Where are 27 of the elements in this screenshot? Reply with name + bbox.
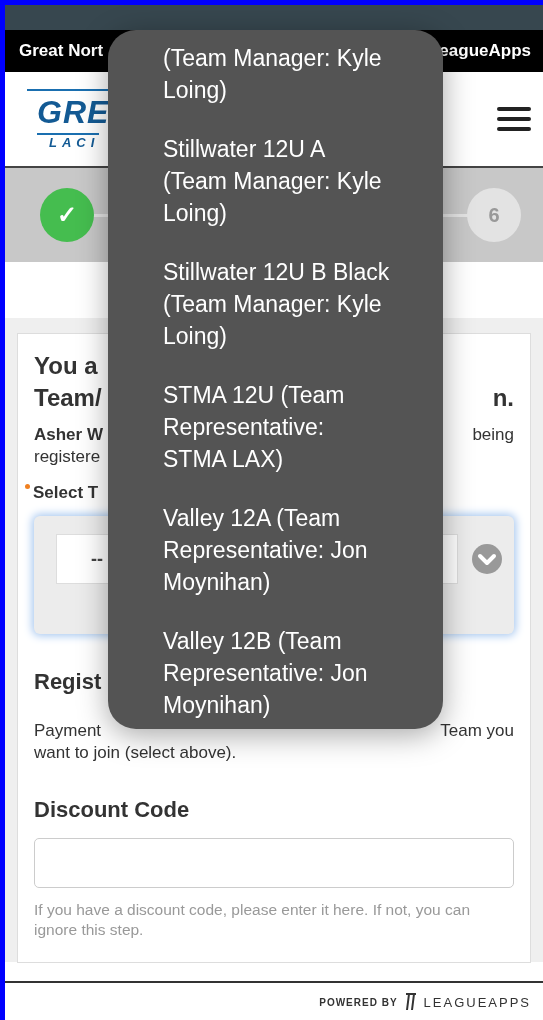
heading-text: n. xyxy=(492,383,514,413)
body-text: want to join (select above). xyxy=(34,742,237,764)
menu-icon[interactable] xyxy=(497,107,531,131)
site-title[interactable]: Great Nort xyxy=(19,41,104,61)
powered-by-text: POWERED BY xyxy=(319,996,398,1008)
dropdown-option[interactable]: Valley 12A (Team Representative: Jon Moynihan) xyxy=(108,502,443,598)
required-mark xyxy=(25,484,30,489)
field-label: Select T xyxy=(33,482,99,504)
dropdown-option[interactable]: Stillwater 12U B Black (Team Manager: Kyle Loing) xyxy=(108,256,443,352)
dropdown-option[interactable]: STMA 12U (Team Representative: STMA LAX) xyxy=(108,379,443,475)
chevron-down-icon[interactable] xyxy=(472,544,502,574)
discount-code-field[interactable] xyxy=(34,838,514,888)
body-text: Payment xyxy=(34,720,102,742)
heading-text: You a xyxy=(34,351,98,381)
section-heading: Regist xyxy=(34,668,102,696)
brand-text: LEAGUEAPPS xyxy=(423,994,531,1010)
athlete-name: Asher W xyxy=(34,424,103,446)
body-text: being xyxy=(472,424,514,446)
help-text: If you have a discount code, please enter it here. If not, you can ignore this step. xyxy=(34,900,471,940)
brand-link[interactable]: eagueApps xyxy=(439,41,531,61)
body-text: Team you xyxy=(440,720,514,742)
body-text: registere xyxy=(34,446,101,468)
dropdown-option[interactable]: Valley 12B (Team Representative: Jon Moynihan) xyxy=(108,625,443,721)
logo-icon xyxy=(403,992,418,1012)
section-heading: Discount Code xyxy=(34,796,190,824)
heading-text: Team/ xyxy=(34,383,102,413)
dropdown-option[interactable]: Stillwater 12U A (Team Manager: Kyle Loing) xyxy=(108,133,443,229)
